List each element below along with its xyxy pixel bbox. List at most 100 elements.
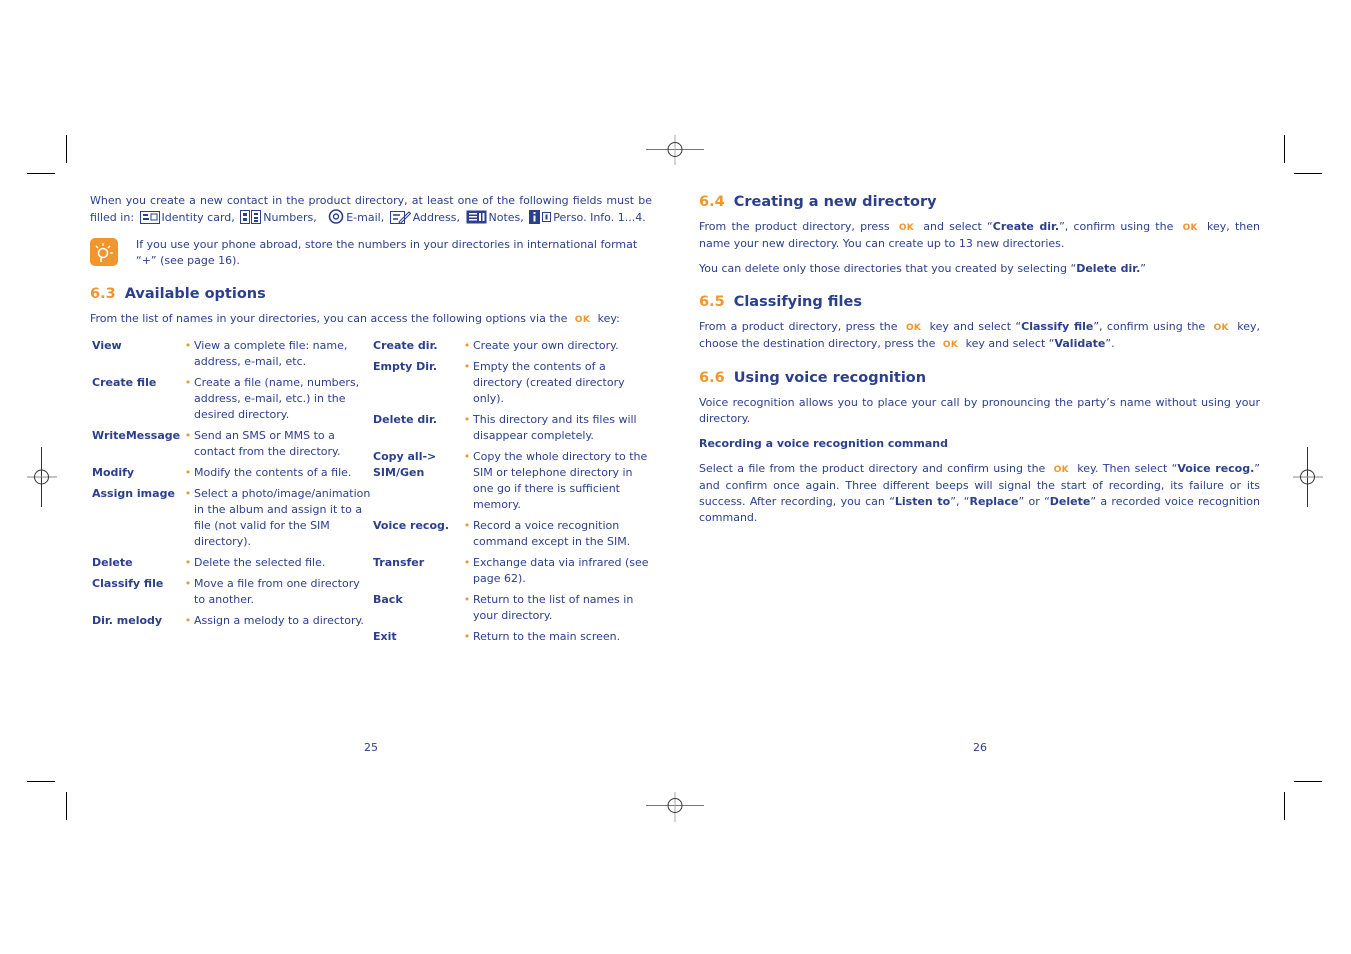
section-heading-6-4: 6.4 Creating a new directory bbox=[699, 193, 1260, 211]
option-name: Delete dir. bbox=[373, 413, 438, 426]
menu-term: Voice recog. bbox=[1177, 462, 1255, 475]
bullet-icon: • bbox=[463, 360, 471, 373]
option-name: Assign image bbox=[92, 487, 175, 500]
option-row: Back • Return to the list of names in your… bbox=[371, 592, 652, 624]
crop-mark bbox=[1284, 135, 1285, 163]
option-name: Classify file bbox=[92, 577, 164, 590]
section-title: Available options bbox=[124, 286, 266, 302]
bullet-icon: • bbox=[463, 630, 471, 643]
menu-term: Listen to bbox=[894, 495, 951, 508]
option-description: Delete the selected file. bbox=[194, 556, 326, 569]
option-row: Create file • Create a file (name, numbers… bbox=[90, 375, 371, 423]
crop-mark bbox=[1294, 173, 1322, 174]
option-name: Voice recog. bbox=[373, 519, 450, 532]
menu-term: Validate bbox=[1054, 337, 1106, 350]
section-heading-6-5: 6.5 Classifying files bbox=[699, 293, 1260, 311]
paragraph: From a product directory, press the OK k… bbox=[699, 319, 1260, 353]
paragraph: You can delete only those directories th… bbox=[699, 261, 1260, 277]
tip-box: If you use your phone abroad, store the … bbox=[90, 237, 652, 269]
lightbulb-tip-icon bbox=[90, 238, 118, 266]
option-description: This directory and its files will disapp… bbox=[473, 413, 637, 442]
options-column-1: View • View a complete file: name, address… bbox=[90, 338, 371, 650]
option-row: Voice recog. • Record a voice recognition … bbox=[371, 518, 652, 550]
tip-text: If you use your phone abroad, store the … bbox=[136, 238, 638, 267]
option-name: Copy all-> SIM/Gen bbox=[373, 450, 437, 479]
crop-mark bbox=[27, 781, 55, 782]
registration-mark-left bbox=[27, 447, 57, 507]
bullet-icon: • bbox=[463, 519, 471, 532]
ok-key-icon: OK bbox=[942, 340, 959, 350]
section-title: Creating a new directory bbox=[733, 194, 937, 210]
ok-key-icon: OK bbox=[1053, 465, 1069, 475]
registration-mark-bottom bbox=[646, 792, 704, 822]
perso-info-icon bbox=[529, 210, 552, 229]
option-name: Empty Dir. bbox=[373, 360, 438, 373]
section-number: 6.3 bbox=[90, 286, 116, 302]
bullet-icon: • bbox=[463, 450, 471, 463]
option-row: Delete dir. • This directory and its files… bbox=[371, 412, 652, 444]
bullet-icon: • bbox=[463, 339, 471, 352]
option-row: Copy all-> SIM/Gen • Copy the whole direct… bbox=[371, 449, 652, 513]
option-row: WriteMessage • Send an SMS or MMS to a con… bbox=[90, 428, 371, 460]
bullet-icon: • bbox=[184, 339, 192, 352]
option-name: View bbox=[92, 339, 122, 352]
options-column-2: Create dir. • Create your own directory. Em… bbox=[371, 338, 652, 650]
text: key and select “ bbox=[965, 337, 1055, 350]
option-name: Exit bbox=[373, 630, 397, 643]
field-label: Address, bbox=[412, 211, 461, 224]
option-row: View • View a complete file: name, address… bbox=[90, 338, 371, 370]
menu-term: Classify file bbox=[1021, 320, 1094, 333]
crop-mark bbox=[66, 792, 67, 820]
text: Select a file from the product directory… bbox=[699, 462, 1046, 475]
registration-mark-top bbox=[646, 135, 704, 165]
options-table: View • View a complete file: name, address… bbox=[90, 338, 652, 650]
crop-mark bbox=[27, 173, 55, 174]
option-name: Modify bbox=[92, 466, 135, 479]
bullet-icon: • bbox=[184, 376, 192, 389]
option-row: Empty Dir. • Empty the contents of a direc… bbox=[371, 359, 652, 407]
bullet-icon: • bbox=[463, 556, 471, 569]
options-intro: From the list of names in your directori… bbox=[90, 311, 652, 328]
option-row: Exit • Return to the main screen. bbox=[371, 629, 652, 645]
option-row: Create dir. • Create your own directory. bbox=[371, 338, 652, 354]
option-description: Record a voice recognition command excep… bbox=[473, 519, 631, 548]
section-number: 6.4 bbox=[699, 194, 725, 210]
identity-card-icon bbox=[139, 211, 160, 229]
menu-term: Delete dir. bbox=[1076, 262, 1141, 275]
menu-term: Create dir. bbox=[992, 220, 1060, 233]
text: ”. bbox=[1105, 337, 1115, 350]
option-row: Assign image • Select a photo/image/animat… bbox=[90, 486, 371, 550]
text: ”, confirm using the bbox=[1093, 320, 1206, 333]
field-label: Identity card, bbox=[161, 211, 235, 224]
registration-mark-right bbox=[1293, 447, 1323, 507]
intro-paragraph: When you create a new contact in the pro… bbox=[90, 193, 652, 229]
option-description: Create your own directory. bbox=[473, 339, 619, 352]
option-description: Modify the contents of a file. bbox=[194, 466, 352, 479]
section-number: 6.5 bbox=[699, 294, 725, 310]
subheading: Recording a voice recognition command bbox=[699, 437, 948, 450]
numbers-icon bbox=[240, 210, 262, 229]
bullet-icon: • bbox=[184, 429, 192, 442]
option-description: View a complete file: name, address, e-m… bbox=[194, 339, 348, 368]
option-description: Move a file from one directory to anothe… bbox=[194, 577, 360, 606]
text: From the product directory, press bbox=[699, 220, 890, 233]
menu-term: Replace bbox=[969, 495, 1019, 508]
option-description: Exchange data via infrared (see page 62)… bbox=[473, 556, 649, 585]
paragraph: Select a file from the product directory… bbox=[699, 461, 1260, 526]
ok-key-icon: OK bbox=[574, 315, 591, 325]
option-row: Modify • Modify the contents of a file. bbox=[90, 465, 371, 481]
notes-icon bbox=[466, 210, 487, 229]
option-description: Send an SMS or MMS to a contact from the… bbox=[194, 429, 341, 458]
field-label: E-mail, bbox=[346, 211, 385, 224]
field-label: Numbers, bbox=[263, 211, 317, 224]
field-label: Perso. Info. 1...4. bbox=[553, 211, 646, 224]
option-row: Dir. melody • Assign a melody to a directo… bbox=[90, 613, 371, 629]
options-intro-text-end: key: bbox=[597, 312, 620, 325]
bullet-icon: • bbox=[184, 556, 192, 569]
ok-key-icon: OK bbox=[1182, 223, 1198, 233]
address-icon bbox=[389, 210, 411, 229]
page-number-left: 25 bbox=[364, 741, 378, 754]
ok-key-icon: OK bbox=[905, 323, 922, 333]
bullet-icon: • bbox=[463, 413, 471, 426]
bullet-icon: • bbox=[184, 614, 192, 627]
